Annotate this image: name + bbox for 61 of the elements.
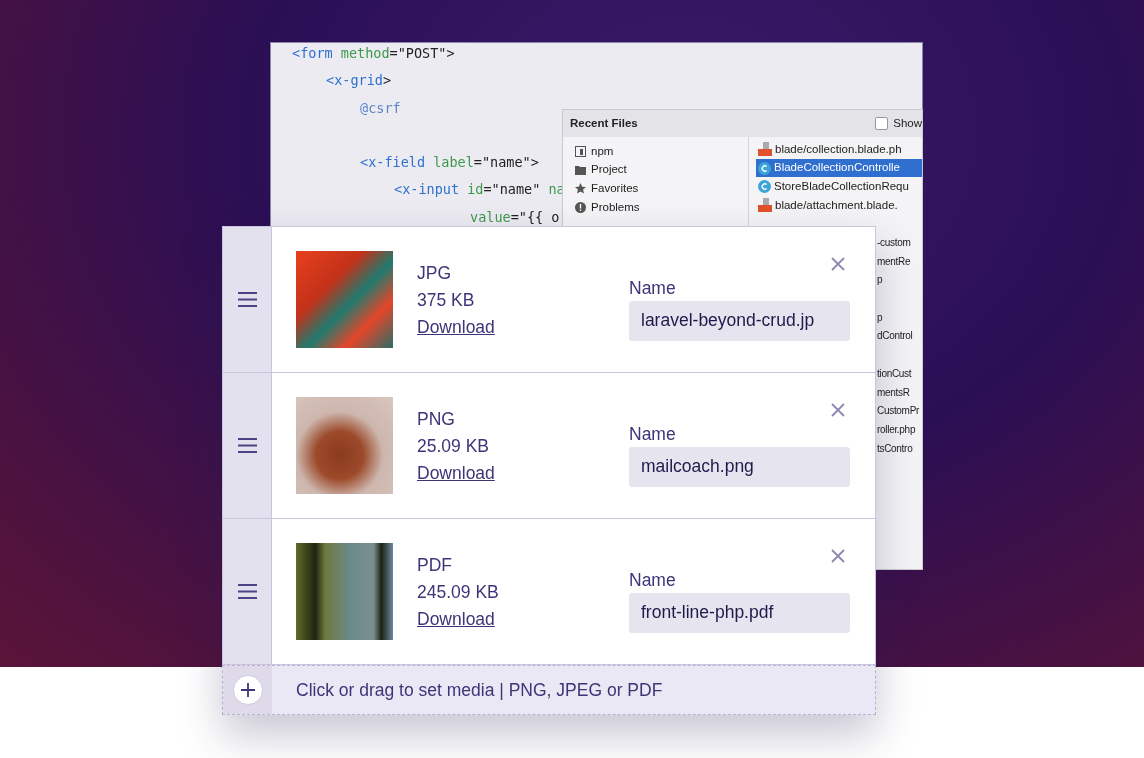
popup-title: Recent Files	[570, 115, 638, 131]
recent-file-item[interactable]: StoreBladeCollectionRequ	[756, 177, 922, 197]
name-input[interactable]: front-line-php.pdf	[629, 592, 850, 633]
recent-file-item[interactable]: blade/attachment.blade.	[756, 196, 922, 215]
drag-handle-icon	[237, 438, 257, 453]
recent-file-item[interactable]: tionCust	[877, 367, 912, 379]
recent-file-item[interactable]: BladeCollectionControlle	[756, 158, 922, 178]
file-size: 375 KB	[417, 289, 476, 312]
folder-icon	[575, 165, 586, 176]
name-label: Name	[629, 276, 677, 300]
recent-file-item[interactable]: p	[877, 311, 883, 323]
recent-file-item[interactable]: mentRe	[877, 255, 911, 267]
close-icon[interactable]	[831, 257, 845, 271]
drag-handle-icon	[237, 292, 257, 307]
class-icon	[758, 180, 771, 194]
media-dropzone[interactable]: Click or drag to set media | PNG, JPEG or PDF	[222, 665, 876, 715]
recent-file-item[interactable]: tsContro	[877, 442, 913, 454]
checkbox-label: Show	[893, 115, 922, 131]
code-line: <x-grid>	[326, 72, 392, 90]
name-label: Name	[629, 422, 677, 446]
download-link[interactable]: Download	[417, 314, 495, 341]
blade-file-icon	[758, 142, 772, 157]
name-input[interactable]: mailcoach.png	[629, 446, 850, 487]
recent-file-item[interactable]: dControl	[877, 330, 913, 342]
recent-file-item[interactable]: CustomPr	[877, 405, 920, 417]
blade-file-icon	[758, 198, 772, 213]
file-type: JPG	[417, 262, 453, 285]
drag-handle[interactable]	[223, 373, 272, 518]
name-label: Name	[629, 568, 677, 592]
code-line: <x-field label="name">	[360, 154, 539, 172]
file-size: 25.09 KB	[417, 435, 490, 458]
file-type: PDF	[417, 554, 453, 577]
square-icon	[575, 145, 586, 157]
name-input[interactable]: laravel-beyond-crud.jp	[629, 300, 850, 341]
tool-window-item[interactable]: Problems	[591, 198, 640, 217]
recent-file-item[interactable]: -custom	[877, 237, 911, 248]
drag-handle-icon	[237, 584, 257, 599]
drag-handle[interactable]	[223, 519, 272, 664]
close-icon[interactable]	[831, 549, 845, 563]
download-link[interactable]: Download	[417, 606, 495, 633]
recent-file-item[interactable]: blade/collection.blade.ph	[756, 140, 922, 159]
tool-window-item[interactable]: npm	[591, 142, 614, 160]
tool-window-item[interactable]: Favorites	[591, 180, 639, 198]
code-line: value="{{ o	[470, 208, 560, 226]
show-checkbox[interactable]	[875, 117, 889, 130]
recent-file-item[interactable]: p	[877, 274, 883, 286]
file-size: 245.09 KB	[417, 581, 500, 604]
star-icon	[575, 183, 586, 195]
drag-handle[interactable]	[223, 227, 272, 372]
plus-circle-icon	[232, 675, 263, 705]
tool-window-item[interactable]: Project	[591, 161, 627, 179]
download-link[interactable]: Download	[417, 460, 495, 487]
class-icon	[758, 161, 771, 175]
recent-file-item[interactable]: mentsR	[877, 386, 910, 398]
dropzone-text: Click or drag to set media | PNG, JPEG or PDF	[296, 678, 663, 702]
file-type: PNG	[417, 408, 456, 431]
recent-file-item[interactable]: roller.php	[877, 423, 916, 435]
close-icon[interactable]	[831, 403, 845, 417]
code-line: <form method="POST">	[292, 45, 455, 62]
alert-icon	[575, 201, 586, 213]
code-line: @csrf	[360, 99, 401, 117]
